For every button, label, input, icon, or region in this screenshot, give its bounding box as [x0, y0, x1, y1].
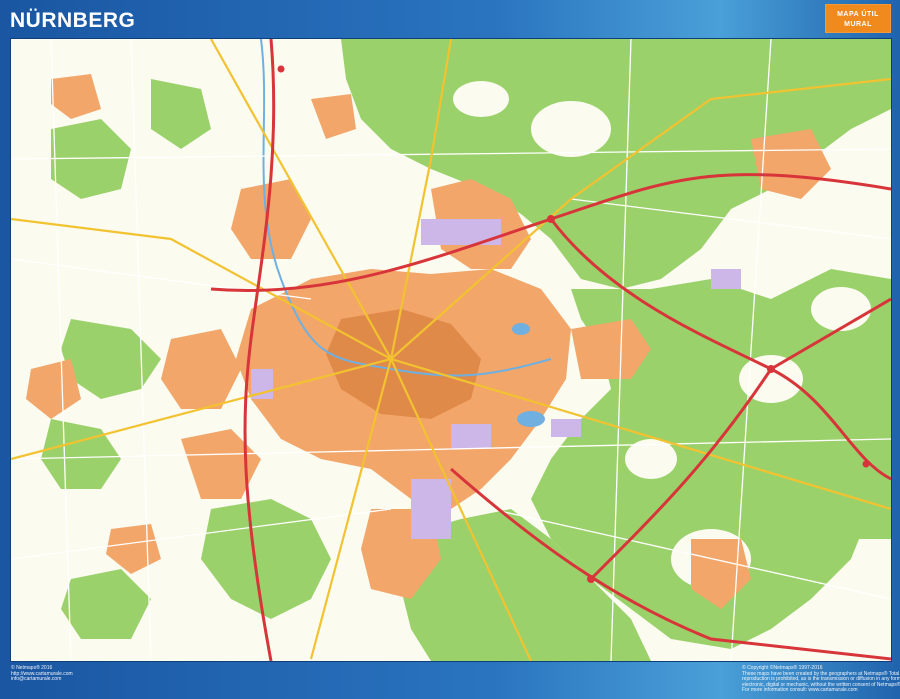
industrial-east [551, 419, 581, 437]
brand-badge: MAPA ÚTIL MURAL [825, 4, 891, 33]
footer-bar: © Netmaps® 2016 http://www.cartamurale.c… [0, 661, 900, 699]
brand-line-2: MURAL [844, 21, 872, 28]
city-map[interactable] [10, 38, 892, 662]
lake-east [517, 411, 545, 427]
footer-left: © Netmaps® 2016 http://www.cartamurale.c… [11, 665, 73, 683]
map-canvas [11, 39, 891, 661]
map-title: NÜRNBERG [10, 9, 136, 32]
footer-left-email[interactable]: info@cartamurale.com [11, 677, 73, 683]
pond-north [512, 323, 530, 335]
footer-right-link[interactable]: For more information consult: www.cartam… [742, 688, 892, 694]
industrial-south [411, 479, 451, 539]
industrial-center [451, 424, 491, 449]
brand-line-1: MAPA ÚTIL [837, 11, 879, 18]
industrial-northeast [711, 269, 741, 289]
footer-right: © Copyright ©Netmaps® 1997-2016 These ma… [742, 665, 900, 694]
header-bar: NÜRNBERG MAPA ÚTIL MURAL [0, 0, 900, 40]
